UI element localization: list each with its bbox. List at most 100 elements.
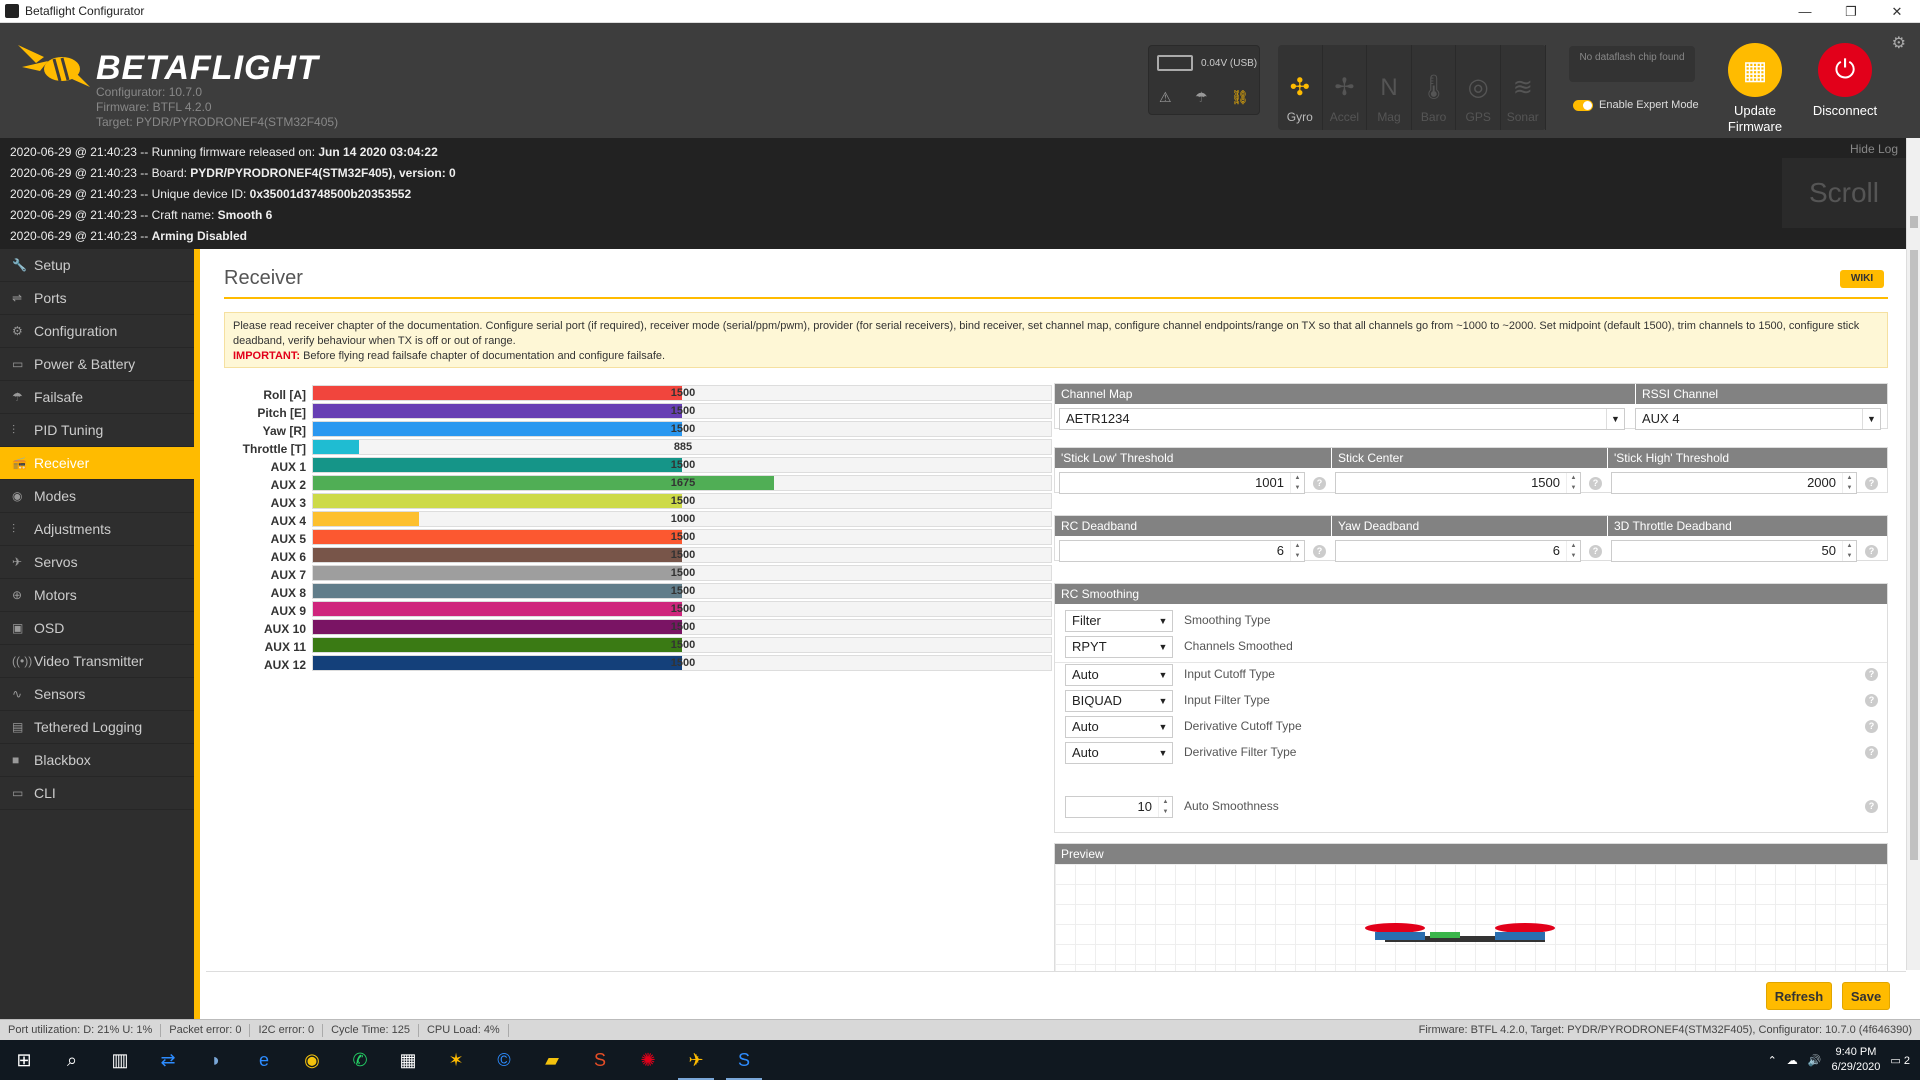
rssi-title: RSSI Channel bbox=[1635, 384, 1718, 404]
help-icon[interactable]: ? bbox=[1589, 545, 1602, 558]
smoothing-select[interactable]: Auto ▼ bbox=[1065, 716, 1173, 738]
spinner-icon[interactable]: ▲ ▼ bbox=[1566, 473, 1580, 493]
stick-low-input[interactable]: 1001 ▲ ▼ bbox=[1059, 472, 1305, 494]
log-scroll-thumb[interactable] bbox=[1910, 216, 1918, 228]
help-icon[interactable]: ? bbox=[1313, 477, 1326, 490]
edge-icon[interactable]: e bbox=[240, 1040, 288, 1080]
throttle-deadband-input[interactable]: 50 ▲ ▼ bbox=[1611, 540, 1857, 562]
help-icon[interactable]: ? bbox=[1313, 545, 1326, 558]
rc-smoothing-header: RC Smoothing bbox=[1055, 584, 1887, 604]
sidebar-item-cli[interactable]: ▭ CLI bbox=[0, 777, 194, 810]
help-icon[interactable]: ? bbox=[1865, 477, 1878, 490]
sidebar-item-modes[interactable]: ◉ Modes bbox=[0, 480, 194, 513]
channel-meter: 1500 bbox=[312, 493, 1052, 509]
yaw-deadband-input[interactable]: 6 ▲ ▼ bbox=[1335, 540, 1581, 562]
spinner-icon[interactable]: ▲ ▼ bbox=[1842, 541, 1856, 561]
disconnect-button[interactable]: ⏻ Disconnect bbox=[1800, 43, 1890, 119]
tray-chevron-icon[interactable]: ⌃ bbox=[1768, 1054, 1777, 1067]
help-icon[interactable]: ? bbox=[1865, 694, 1878, 707]
log-value: Jun 14 2020 03:04:22 bbox=[318, 145, 438, 159]
chevron-down-icon: ▼ bbox=[1606, 409, 1624, 429]
betaflight-taskbar-icon[interactable]: ✈ bbox=[672, 1040, 720, 1080]
sidebar-item-receiver[interactable]: 📻 Receiver bbox=[0, 447, 194, 480]
sidebar-item-osd[interactable]: ▣ OSD bbox=[0, 612, 194, 645]
chevron-down-icon: ▼ bbox=[1158, 748, 1168, 758]
restore-button[interactable]: ❐ bbox=[1828, 0, 1874, 23]
smoothing-select[interactable]: RPYT ▼ bbox=[1065, 636, 1173, 658]
rssi-channel-select[interactable]: AUX 4 ▼ bbox=[1635, 408, 1881, 430]
smoothing-label: Derivative Filter Type bbox=[1184, 745, 1297, 759]
sidebar-item-video-transmitter[interactable]: ((•)) Video Transmitter bbox=[0, 645, 194, 678]
whatsapp-icon[interactable]: ✆ bbox=[336, 1040, 384, 1080]
cortana-icon[interactable]: ◗ bbox=[192, 1040, 240, 1080]
expert-mode-toggle[interactable]: Enable Expert Mode bbox=[1573, 99, 1699, 111]
settings-gear-icon[interactable]: ⚙ bbox=[1892, 33, 1906, 53]
volume-icon[interactable]: 🔊 bbox=[1808, 1054, 1822, 1067]
sidebar-item-configuration[interactable]: ⚙ Configuration bbox=[0, 315, 194, 348]
help-icon[interactable]: ? bbox=[1865, 746, 1878, 759]
preview-canvas bbox=[1055, 864, 1887, 971]
sidebar-item-adjustments[interactable]: ⫶ Adjustments bbox=[0, 513, 194, 546]
help-icon[interactable]: ? bbox=[1865, 720, 1878, 733]
help-icon[interactable]: ? bbox=[1865, 668, 1878, 681]
channel-row: Throttle [T] 885 bbox=[224, 438, 1058, 456]
teamviewer-icon[interactable]: ⇄ bbox=[144, 1040, 192, 1080]
betaflight-old-icon[interactable]: ✶ bbox=[432, 1040, 480, 1080]
sidebar-item-label: Ports bbox=[34, 290, 67, 306]
sidebar-item-setup[interactable]: 🔧 Setup bbox=[0, 249, 194, 282]
spinner-icon[interactable]: ▲ ▼ bbox=[1290, 541, 1304, 561]
sidebar-item-pid-tuning[interactable]: ⫶ PID Tuning bbox=[0, 414, 194, 447]
onedrive-icon[interactable]: ☁ bbox=[1787, 1054, 1798, 1067]
ccleaner-icon[interactable]: © bbox=[480, 1040, 528, 1080]
clock[interactable]: 9:40 PM 6/29/2020 bbox=[1831, 1045, 1880, 1075]
update-firmware-button[interactable]: ▦ Update Firmware bbox=[1710, 43, 1800, 135]
content-scroll-thumb[interactable] bbox=[1910, 250, 1918, 860]
sidebar-item-tethered-logging[interactable]: ▤ Tethered Logging bbox=[0, 711, 194, 744]
close-button[interactable]: ✕ bbox=[1874, 0, 1920, 23]
spinner-icon[interactable]: ▲ ▼ bbox=[1158, 797, 1172, 817]
sidebar-item-blackbox[interactable]: ■ Blackbox bbox=[0, 744, 194, 777]
refresh-button[interactable]: Refresh bbox=[1766, 982, 1832, 1010]
task-view-icon[interactable]: ▥ bbox=[96, 1040, 144, 1080]
stick-high-input[interactable]: 2000 ▲ ▼ bbox=[1611, 472, 1857, 494]
app-red-icon[interactable]: ✺ bbox=[624, 1040, 672, 1080]
sidebar-item-motors[interactable]: ⊕ Motors bbox=[0, 579, 194, 612]
page-title: Receiver bbox=[224, 267, 303, 289]
sidebar-item-ports[interactable]: ⇌ Ports bbox=[0, 282, 194, 315]
app-s-red-icon[interactable]: S bbox=[576, 1040, 624, 1080]
important-text: Before flying read failsafe chapter of d… bbox=[300, 350, 666, 362]
notifications-icon[interactable]: ▭ 2 bbox=[1890, 1054, 1910, 1067]
sidebar-item-servos[interactable]: ✈ Servos bbox=[0, 546, 194, 579]
app-s-blue-icon[interactable]: S bbox=[720, 1040, 768, 1080]
sidebar-item-failsafe[interactable]: ☂ Failsafe bbox=[0, 381, 194, 414]
hide-log-link[interactable]: Hide Log bbox=[1850, 142, 1898, 156]
spinner-icon[interactable]: ▲ ▼ bbox=[1566, 541, 1580, 561]
stick-center-input[interactable]: 1500 ▲ ▼ bbox=[1335, 472, 1581, 494]
auto-smoothness-input[interactable]: 10 ▲ ▼ bbox=[1065, 796, 1173, 818]
windows-start-icon[interactable]: ⊞ bbox=[0, 1040, 48, 1080]
search-icon[interactable]: ⌕ bbox=[48, 1040, 96, 1080]
channel-row: AUX 9 1500 bbox=[224, 600, 1058, 618]
expert-mode-switch[interactable] bbox=[1573, 99, 1593, 111]
minimize-button[interactable]: — bbox=[1782, 0, 1828, 23]
help-icon[interactable]: ? bbox=[1865, 800, 1878, 813]
sidebar-item-sensors[interactable]: ∿ Sensors bbox=[0, 678, 194, 711]
help-icon[interactable]: ? bbox=[1589, 477, 1602, 490]
receiver-note: Please read receiver chapter of the docu… bbox=[224, 312, 1888, 368]
channel-map-input[interactable]: AETR1234 ▼ bbox=[1059, 408, 1625, 430]
smoothing-select[interactable]: Filter ▼ bbox=[1065, 610, 1173, 632]
smoothing-select[interactable]: Auto ▼ bbox=[1065, 742, 1173, 764]
sidebar-item-power-battery[interactable]: ▭ Power & Battery bbox=[0, 348, 194, 381]
spinner-icon[interactable]: ▲ ▼ bbox=[1842, 473, 1856, 493]
rc-deadband-input[interactable]: 6 ▲ ▼ bbox=[1059, 540, 1305, 562]
chrome-icon[interactable]: ◉ bbox=[288, 1040, 336, 1080]
smoothing-select[interactable]: BIQUAD ▼ bbox=[1065, 690, 1173, 712]
wiki-button[interactable]: WIKI bbox=[1840, 270, 1884, 288]
page-scrollbar[interactable] bbox=[1906, 138, 1920, 970]
file-explorer-icon[interactable]: ▰ bbox=[528, 1040, 576, 1080]
calculator-icon[interactable]: ▦ bbox=[384, 1040, 432, 1080]
spinner-icon[interactable]: ▲ ▼ bbox=[1290, 473, 1304, 493]
save-button[interactable]: Save bbox=[1842, 982, 1890, 1010]
smoothing-select[interactable]: Auto ▼ bbox=[1065, 664, 1173, 686]
help-icon[interactable]: ? bbox=[1865, 545, 1878, 558]
